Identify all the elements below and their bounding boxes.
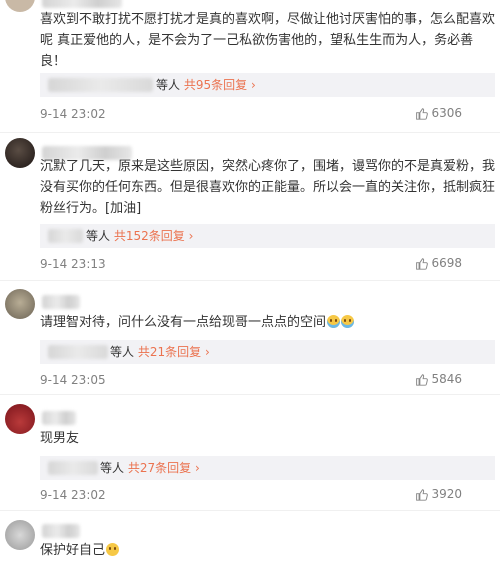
like-count: 6698 bbox=[431, 256, 462, 270]
comment-text: 请理智对待，问什么没有一点给现哥一点点的空间 bbox=[40, 312, 495, 333]
comment-text: 保护好自己 bbox=[40, 540, 495, 561]
reply-summary[interactable]: 等人 共21条回复 › bbox=[40, 340, 495, 364]
comment-item: 请理智对待，问什么没有一点给现哥一点点的空间 等人 共21条回复 › 9-14 … bbox=[0, 287, 500, 392]
divider bbox=[0, 394, 500, 395]
timestamp: 9-14 23:13 bbox=[40, 257, 106, 271]
timestamp: 9-14 23:02 bbox=[40, 107, 106, 121]
reply-prefix: 等人 bbox=[110, 345, 135, 359]
comment-text: 喜欢到不敢打扰不愿打扰才是真的喜欢啊，尽做让他讨厌害怕的事，怎么配喜欢呢 真正爱… bbox=[40, 12, 496, 69]
thumbs-up-icon bbox=[416, 257, 429, 270]
avatar[interactable] bbox=[5, 289, 35, 319]
divider bbox=[0, 510, 500, 511]
thumbs-up-icon bbox=[416, 488, 429, 501]
thumbs-up-icon bbox=[416, 107, 429, 120]
comment-item: 现男友 等人 共27条回复 › 9-14 23:02 3920 bbox=[0, 401, 500, 509]
chevron-right-icon[interactable]: › bbox=[189, 229, 194, 243]
reply-summary[interactable]: 等人 共95条回复 › bbox=[40, 73, 495, 97]
avatar[interactable] bbox=[5, 0, 35, 12]
reply-summary[interactable]: 等人 共152条回复 › bbox=[40, 224, 495, 248]
avatar[interactable] bbox=[5, 404, 35, 434]
chevron-right-icon[interactable]: › bbox=[251, 78, 256, 92]
comment-text: 沉默了几天，原来是这些原因，突然心疼你了，围堵，谩骂你的不是真爱粉，我没有买你的… bbox=[40, 159, 496, 216]
comment-text: 现男友 bbox=[40, 431, 80, 446]
divider bbox=[0, 132, 500, 133]
crying-face-emoji-icon bbox=[341, 315, 355, 328]
avatar[interactable] bbox=[5, 138, 35, 168]
replier-names bbox=[48, 345, 108, 359]
like-button[interactable]: 6306 bbox=[415, 106, 462, 120]
reply-prefix: 等人 bbox=[86, 229, 111, 243]
chevron-right-icon[interactable]: › bbox=[195, 461, 200, 475]
reply-count-link[interactable]: 共152条回复 bbox=[114, 229, 185, 243]
reply-count-link[interactable]: 共95条回复 bbox=[184, 78, 247, 92]
divider bbox=[0, 280, 500, 281]
like-button[interactable]: 5846 bbox=[415, 372, 462, 386]
timestamp: 9-14 23:05 bbox=[40, 373, 106, 387]
comment-item: 沉默了几天，原来是这些原因，突然心疼你了，围堵，谩骂你的不是真爱粉，我没有买你的… bbox=[0, 138, 500, 278]
timestamp: 9-14 23:02 bbox=[40, 488, 106, 502]
reply-count-link[interactable]: 共21条回复 bbox=[138, 345, 201, 359]
user-name[interactable] bbox=[42, 0, 122, 8]
reply-count-link[interactable]: 共27条回复 bbox=[128, 461, 191, 475]
replier-names bbox=[48, 229, 83, 243]
reply-prefix: 等人 bbox=[156, 78, 181, 92]
avatar[interactable] bbox=[5, 520, 35, 550]
like-count: 3920 bbox=[431, 487, 462, 501]
thumbs-up-icon bbox=[416, 373, 429, 386]
like-button[interactable]: 6698 bbox=[415, 256, 462, 270]
replier-names bbox=[48, 461, 98, 475]
chevron-right-icon[interactable]: › bbox=[205, 345, 210, 359]
user-name[interactable] bbox=[42, 295, 80, 309]
user-name[interactable] bbox=[42, 524, 80, 538]
like-button[interactable]: 3920 bbox=[415, 487, 462, 501]
reply-prefix: 等人 bbox=[100, 461, 125, 475]
like-count: 5846 bbox=[431, 372, 462, 386]
comment-item: 保护好自己 bbox=[0, 518, 500, 565]
worried-face-emoji-icon bbox=[106, 543, 120, 556]
comment-item: 喜欢到不敢打扰不愿打扰才是真的喜欢啊，尽做让他讨厌害怕的事，怎么配喜欢呢 真正爱… bbox=[0, 0, 500, 128]
replier-names bbox=[48, 78, 153, 92]
crying-face-emoji-icon bbox=[327, 315, 341, 328]
reply-summary[interactable]: 等人 共27条回复 › bbox=[40, 456, 495, 480]
like-count: 6306 bbox=[431, 106, 462, 120]
user-name[interactable] bbox=[42, 411, 76, 425]
